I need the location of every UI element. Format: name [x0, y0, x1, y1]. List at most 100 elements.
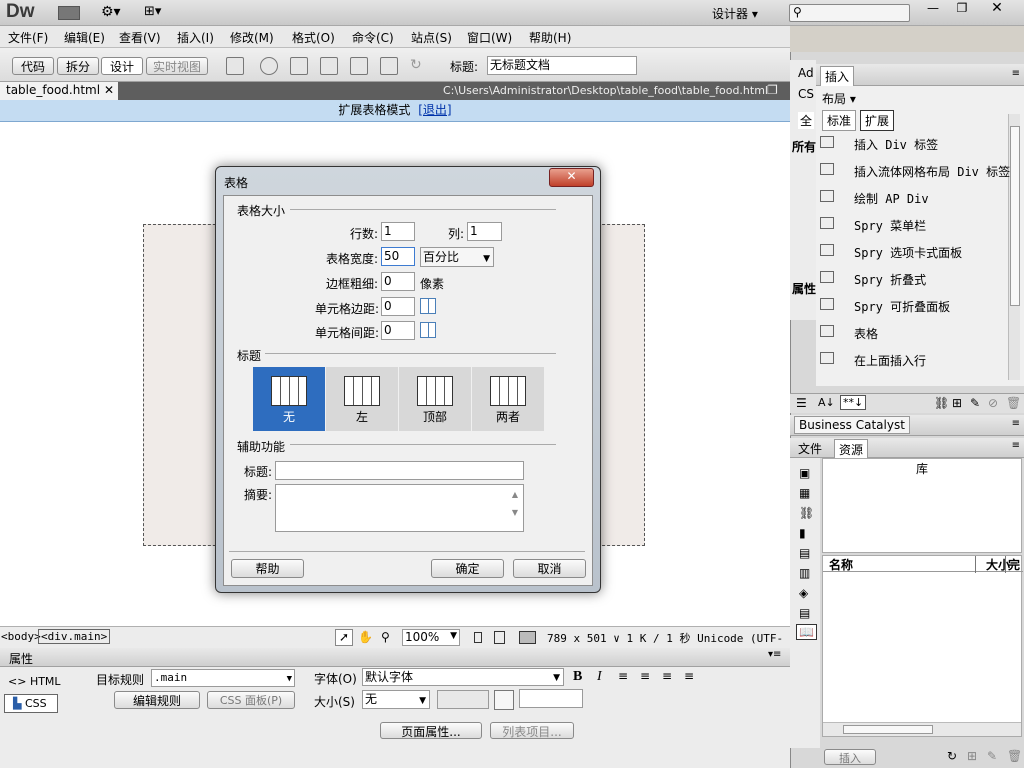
links-icon[interactable]: ⛓ — [799, 506, 814, 520]
site-icon[interactable]: ⊞▾ — [144, 4, 161, 19]
insert-item[interactable]: 插入流体网格布局 Div 标签 — [820, 158, 1010, 185]
css-mode-button[interactable]: ▙ CSS — [4, 694, 58, 713]
shockwave-icon[interactable]: ▤ — [799, 546, 810, 560]
insert-item[interactable]: 表格 — [820, 320, 1008, 347]
zoom-tool-icon[interactable]: ⚲ — [381, 630, 390, 644]
header-option[interactable]: 顶部 — [399, 367, 471, 431]
link-icon[interactable]: ⛓ — [934, 396, 949, 410]
code-view-button[interactable]: 代码 — [12, 57, 54, 75]
maximize-button[interactable]: ❐ — [950, 1, 974, 18]
validate-icon[interactable] — [320, 57, 338, 75]
live-view-button[interactable]: 实时视图 — [146, 57, 208, 75]
panel-menu-icon[interactable]: ≡ — [1012, 68, 1020, 79]
cs-tab[interactable]: CS — [798, 87, 814, 101]
tab-close-icon[interactable]: ✕ — [104, 83, 114, 97]
insert-item[interactable]: Spry 选项卡式面板 — [820, 239, 1008, 266]
dialog-close-button[interactable]: ✕ — [549, 168, 594, 187]
layout-menu-icon[interactable] — [58, 6, 80, 20]
cols-input[interactable]: 1 — [467, 222, 502, 241]
all-tab[interactable]: 全 — [798, 112, 815, 129]
color-input[interactable] — [519, 689, 583, 708]
ad-tab[interactable]: Ad — [798, 66, 814, 80]
library-icon[interactable]: 📖 — [796, 624, 817, 640]
menu-item[interactable]: 查看(V) — [119, 29, 161, 46]
align-center-icon[interactable]: ≡ — [640, 669, 650, 683]
panel-menu-icon[interactable]: ≡ — [1012, 440, 1020, 451]
col-full[interactable]: 完 — [1005, 556, 1020, 573]
window-size-icon-a[interactable] — [474, 632, 482, 643]
css-panel-button[interactable]: CSS 面板(P) — [207, 691, 295, 709]
header-option[interactable]: 两者 — [472, 367, 544, 431]
workspace-switcher[interactable]: 设计器 ▾ — [712, 5, 758, 22]
insert-item[interactable]: 在上面插入行 — [820, 347, 1008, 374]
spacing-input[interactable]: 0 — [381, 321, 415, 340]
list-view-icon[interactable]: ☰ — [796, 396, 807, 410]
search-input[interactable]: ⚲ — [789, 4, 910, 22]
document-tab[interactable]: table_food.html ✕ — [0, 82, 118, 100]
html-mode-button[interactable]: <> HTML — [8, 675, 61, 688]
visual-aids-icon[interactable] — [350, 57, 368, 75]
size-unit-select[interactable] — [437, 690, 489, 709]
insert-item[interactable]: Spry 菜单栏 — [820, 212, 1008, 239]
sort-az-icon[interactable]: A↓ — [818, 396, 835, 409]
caption-input[interactable] — [275, 461, 524, 480]
summary-scrollbar[interactable]: ▲ ▼ — [508, 486, 522, 530]
edit-icon[interactable]: ✎ — [970, 396, 980, 410]
refresh-site-icon[interactable]: ↻ — [947, 749, 957, 763]
italic-button[interactable]: I — [597, 669, 602, 685]
extended-mode-tab[interactable]: 扩展 — [860, 110, 895, 131]
new-icon[interactable]: ⊞ — [952, 396, 962, 410]
insert-scrollbar[interactable] — [1008, 114, 1020, 380]
file-management-icon[interactable] — [290, 57, 308, 75]
preview-browser-icon[interactable] — [260, 57, 278, 75]
browser-check-icon[interactable] — [380, 57, 398, 75]
list-item-button[interactable]: 列表项目... — [490, 722, 574, 739]
tag-div-main[interactable]: <div.main> — [38, 629, 111, 644]
document-title-input[interactable]: 无标题文档 — [487, 56, 637, 75]
ok-button[interactable]: 确定 — [431, 559, 504, 578]
delete-asset-icon[interactable]: 🗑 — [1007, 749, 1022, 763]
files-tab[interactable]: 文件 — [794, 439, 826, 458]
header-option[interactable]: 无 — [253, 367, 325, 431]
bc-tab[interactable]: Business Catalyst — [794, 416, 910, 434]
menu-item[interactable]: 编辑(E) — [64, 29, 105, 46]
new-asset-icon[interactable]: ⊞ — [967, 749, 977, 763]
menu-item[interactable]: 格式(O) — [292, 29, 335, 46]
menu-item[interactable]: 站点(S) — [411, 29, 452, 46]
panel-menu-icon[interactable]: ▾≡ — [768, 649, 781, 660]
templates-icon[interactable]: ▤ — [799, 606, 810, 620]
edit-asset-icon[interactable]: ✎ — [987, 749, 997, 763]
gear-icon[interactable]: ⚙▾ — [101, 4, 121, 20]
exit-expanded-link[interactable]: [退出] — [418, 103, 451, 117]
images-icon[interactable]: ▣ — [799, 466, 810, 480]
insert-asset-button[interactable]: 插入 — [824, 749, 876, 765]
tag-body[interactable]: <body> — [1, 630, 41, 643]
edit-rule-button[interactable]: 编辑规则 — [114, 691, 200, 709]
standard-mode-tab[interactable]: 标准 — [822, 110, 857, 131]
show-set-icon[interactable]: **↓ — [840, 395, 867, 410]
scripts-icon[interactable]: ◈ — [799, 586, 808, 600]
col-name[interactable]: 名称 — [829, 556, 853, 573]
insert-tab[interactable]: 插入 — [820, 66, 855, 87]
disable-icon[interactable]: ⊘ — [988, 396, 998, 410]
page-properties-button[interactable]: 页面属性... — [380, 722, 482, 739]
horizontal-scrollbar[interactable] — [823, 722, 1021, 736]
panel-menu-icon[interactable]: ≡ — [1012, 418, 1020, 429]
multiscreen-icon[interactable] — [226, 57, 244, 75]
menu-item[interactable]: 窗口(W) — [467, 29, 512, 46]
summary-textarea[interactable] — [275, 484, 524, 532]
border-input[interactable]: 0 — [381, 272, 415, 291]
refresh-icon[interactable]: ↻ — [410, 57, 422, 73]
menu-item[interactable]: 插入(I) — [177, 29, 214, 46]
insert-item[interactable]: Spry 可折叠面板 — [820, 293, 1008, 320]
width-unit-select[interactable]: 百分比 ▼ — [420, 247, 494, 267]
target-rule-select[interactable]: .main ▼ — [151, 669, 295, 687]
menu-item[interactable]: 修改(M) — [230, 29, 274, 46]
flash-icon[interactable]: ▮ — [799, 526, 806, 540]
window-size-icon-b[interactable] — [494, 631, 505, 644]
align-justify-icon[interactable]: ≡ — [684, 669, 694, 683]
padding-input[interactable]: 0 — [381, 297, 415, 316]
zoom-select[interactable]: 100% ▼ — [402, 629, 460, 646]
minimize-button[interactable]: — — [921, 1, 945, 18]
align-left-icon[interactable]: ≡ — [618, 669, 628, 683]
